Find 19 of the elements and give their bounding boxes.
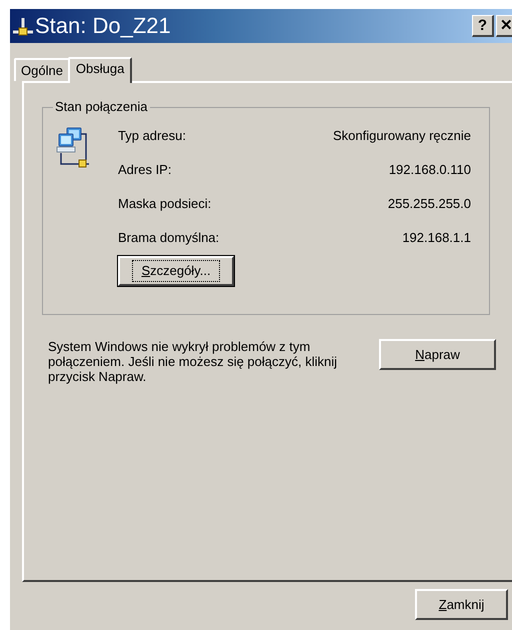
close-button[interactable]: ✕	[496, 15, 512, 37]
close-dialog-button[interactable]: Zamknij	[415, 589, 508, 620]
details-button[interactable]: Szczegóły...	[118, 256, 234, 286]
field-value: 255.255.255.0	[388, 195, 471, 213]
network-plug-icon	[12, 16, 34, 36]
help-button[interactable]: ?	[472, 15, 494, 37]
field-label: Typ adresu:	[118, 127, 186, 145]
field-value: 192.168.1.1	[402, 229, 471, 247]
field-value: 192.168.0.110	[388, 161, 471, 179]
tab[interactable]: Ogólne	[14, 58, 70, 81]
status-message: System Windows nie wykrył problemów z tym połączeniem. Jeśli nie możesz się połączyć, kliknij przycisk Napraw.	[48, 339, 338, 384]
group-title: Stan połączenia	[53, 99, 150, 115]
window-title: Stan: Do_Z21	[35, 15, 171, 37]
repair-button[interactable]: Napraw	[379, 339, 496, 370]
tab[interactable]: Obsługa	[68, 57, 132, 83]
field-value: Skonfigurowany ręcznie	[332, 127, 471, 145]
field-label: Adres IP:	[118, 161, 172, 179]
field-label: Brama domyślna:	[118, 229, 220, 247]
field-label: Maska podsieci:	[118, 195, 212, 213]
